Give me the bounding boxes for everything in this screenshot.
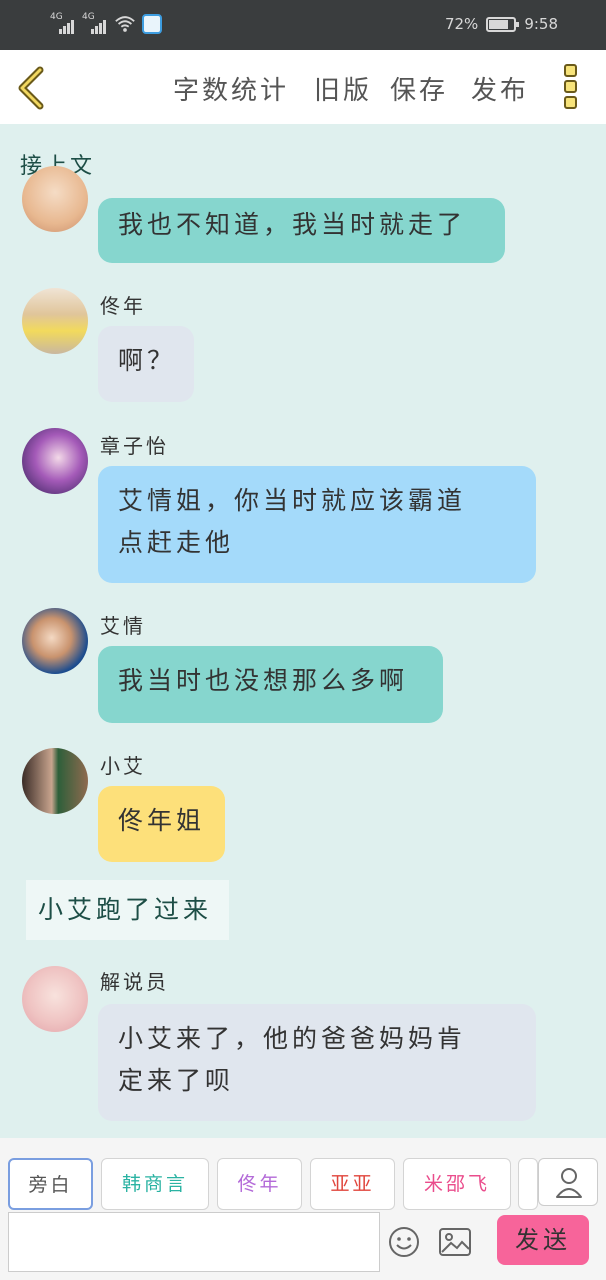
- narration-text: 小艾跑了过来: [26, 880, 229, 940]
- message-bubble: 我当时也没想那么多啊: [98, 646, 443, 723]
- more-vertical-icon[interactable]: [564, 64, 580, 112]
- status-bar: 4G 4G 72% 9:58: [0, 0, 606, 50]
- send-button[interactable]: 发送: [497, 1215, 589, 1265]
- image-icon[interactable]: [438, 1226, 472, 1258]
- character-chip-narrator[interactable]: 旁白: [8, 1158, 93, 1210]
- composer: 旁白 韩商言 佟年 亚亚 米邵飞 发送: [0, 1138, 606, 1280]
- character-chip[interactable]: 佟年: [217, 1158, 302, 1210]
- app-notification-icon: [142, 14, 162, 34]
- message-bubble: 小艾来了，他的爸爸妈妈肯 定来了呗: [98, 1004, 536, 1121]
- chevron-left-icon[interactable]: [14, 66, 50, 110]
- user-icon[interactable]: [538, 1158, 598, 1206]
- battery-icon: [486, 16, 520, 32]
- battery-percent: 72%: [444, 15, 479, 33]
- sender-name: 解说员: [100, 970, 169, 994]
- avatar[interactable]: [22, 166, 88, 232]
- chat-area[interactable]: 接上文 我也不知道，我当时就走了 佟年 啊？ 章子怡 艾情姐，你当时就应该霸道 …: [0, 124, 606, 1138]
- message-bubble: 我也不知道，我当时就走了: [98, 198, 505, 263]
- avatar[interactable]: [22, 428, 88, 494]
- character-chip[interactable]: [518, 1158, 538, 1210]
- message-bubble: 艾情姐，你当时就应该霸道 点赶走他: [98, 466, 536, 583]
- word-count-button[interactable]: 字数统计: [173, 70, 289, 107]
- character-chip[interactable]: 韩商言: [101, 1158, 209, 1210]
- old-version-button[interactable]: 旧版: [314, 70, 372, 107]
- avatar[interactable]: [22, 288, 88, 354]
- avatar[interactable]: [22, 748, 88, 814]
- message-bubble: 佟年姐: [98, 786, 225, 862]
- character-chip[interactable]: 亚亚: [310, 1158, 395, 1210]
- clock: 9:58: [524, 15, 558, 33]
- wifi-icon: [115, 16, 135, 32]
- message-input[interactable]: [8, 1212, 380, 1272]
- avatar[interactable]: [22, 608, 88, 674]
- sender-name: 章子怡: [100, 434, 169, 458]
- message-bubble: 啊？: [98, 326, 194, 402]
- signal-icon: 4G: [50, 12, 76, 34]
- toolbar: 字数统计 旧版 保存 发布: [0, 50, 606, 124]
- publish-button[interactable]: 发布: [471, 70, 529, 107]
- emoji-icon[interactable]: [388, 1226, 420, 1258]
- avatar[interactable]: [22, 966, 88, 1032]
- sender-name: 艾情: [100, 614, 146, 638]
- save-button[interactable]: 保存: [390, 70, 448, 107]
- signal-icon: 4G: [82, 12, 108, 34]
- character-chip[interactable]: 米邵飞: [403, 1158, 511, 1210]
- sender-name: 小艾: [100, 754, 146, 778]
- sender-name: 佟年: [100, 294, 146, 318]
